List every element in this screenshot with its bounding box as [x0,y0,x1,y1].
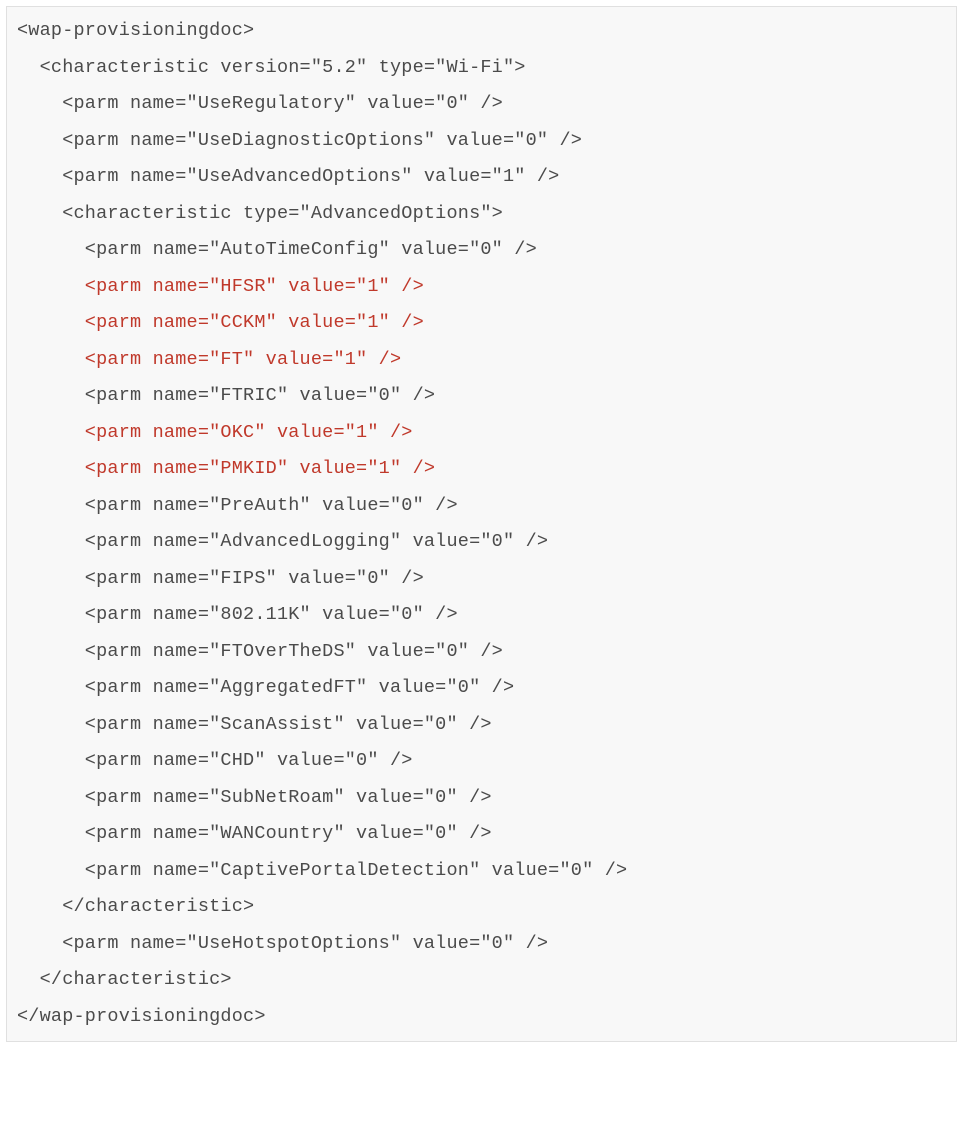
code-line: <parm name="UseHotspotOptions" value="0"… [17,933,548,954]
code-line: <parm name="AdvancedLogging" value="0" /… [17,531,548,552]
code-line: <parm name="UseDiagnosticOptions" value=… [17,130,582,151]
code-line: </characteristic> [17,896,254,917]
code-line: <wap-provisioningdoc> [17,20,254,41]
code-line: <parm name="ScanAssist" value="0" /> [17,714,492,735]
code-line: <parm name="SubNetRoam" value="0" /> [17,787,492,808]
code-line: <parm name="FTOverTheDS" value="0" /> [17,641,503,662]
code-line: <parm name="AutoTimeConfig" value="0" /> [17,239,537,260]
code-line: </characteristic> [17,969,232,990]
code-line: <parm name="FT" value="1" /> [17,349,401,370]
code-line: <parm name="FIPS" value="0" /> [17,568,424,589]
code-line: <parm name="FTRIC" value="0" /> [17,385,435,406]
code-line: <parm name="CHD" value="0" /> [17,750,413,771]
code-line: <parm name="802.11K" value="0" /> [17,604,458,625]
code-line: <parm name="UseAdvancedOptions" value="1… [17,166,560,187]
xml-code: <wap-provisioningdoc> <characteristic ve… [17,13,946,1035]
xml-code-block: <wap-provisioningdoc> <characteristic ve… [6,6,957,1042]
code-line: <parm name="UseRegulatory" value="0" /> [17,93,503,114]
code-line: <parm name="AggregatedFT" value="0" /> [17,677,514,698]
code-line: <parm name="CaptivePortalDetection" valu… [17,860,627,881]
code-line: <parm name="HFSR" value="1" /> [17,276,424,297]
code-line: <parm name="CCKM" value="1" /> [17,312,424,333]
code-line: <parm name="PreAuth" value="0" /> [17,495,458,516]
code-line: <parm name="OKC" value="1" /> [17,422,413,443]
code-line: </wap-provisioningdoc> [17,1006,266,1027]
code-line: <parm name="WANCountry" value="0" /> [17,823,492,844]
code-line: <characteristic type="AdvancedOptions"> [17,203,503,224]
code-line: <characteristic version="5.2" type="Wi-F… [17,57,526,78]
code-line: <parm name="PMKID" value="1" /> [17,458,435,479]
